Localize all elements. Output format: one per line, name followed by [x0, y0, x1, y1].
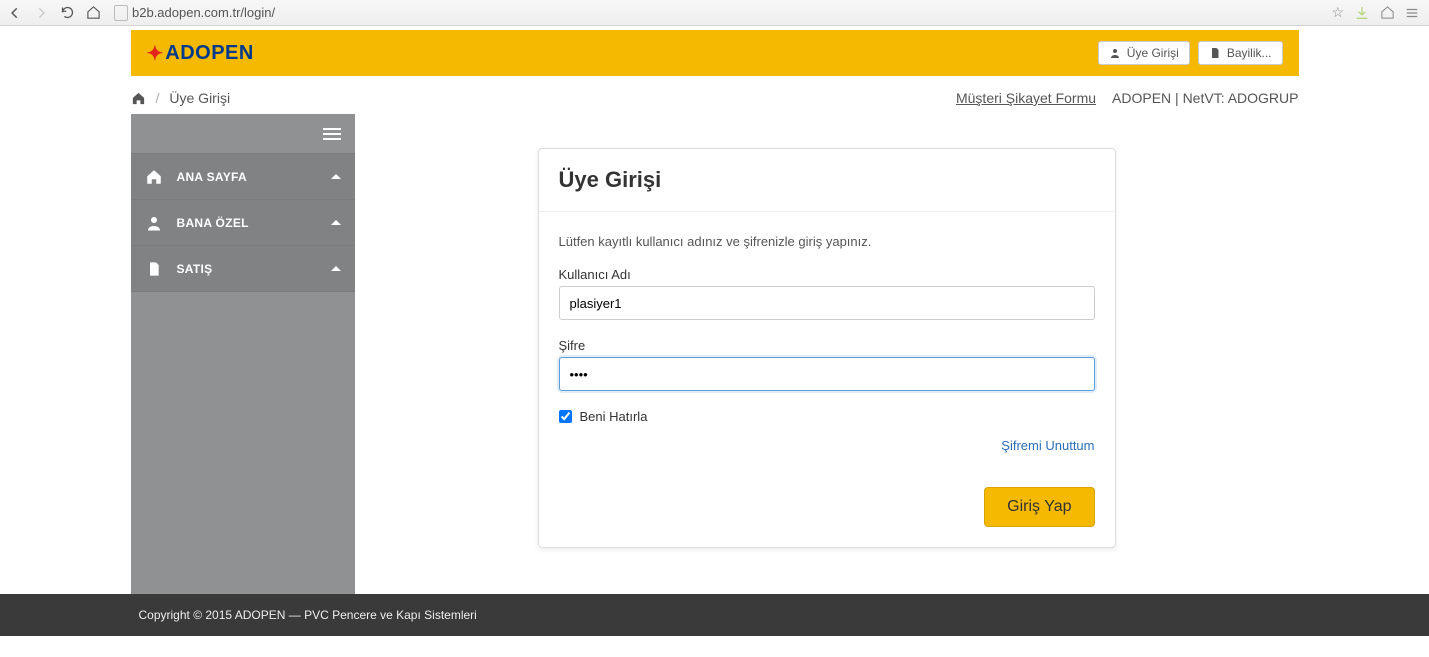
breadcrumb-current: Üye Girişi — [169, 90, 230, 106]
sidebar-item-sales[interactable]: SATIŞ — [131, 246, 355, 292]
content-area: ANA SAYFA BANA ÖZEL SATIŞ — [131, 114, 1299, 594]
user-icon — [145, 214, 163, 232]
logo-text: ADOPEN — [165, 42, 254, 65]
forgot-password-link[interactable]: Şifremi Unuttum — [1001, 438, 1094, 453]
homepin-icon[interactable] — [1380, 5, 1395, 20]
document-icon — [1209, 47, 1221, 59]
hamburger-icon — [323, 128, 341, 140]
card-header: Üye Girişi — [539, 149, 1115, 212]
menu-icon[interactable] — [1405, 6, 1419, 20]
breadcrumb-row: / Üye Girişi Müşteri Şikayet Formu ADOPE… — [131, 76, 1299, 114]
sidebar-item-label: SATIŞ — [177, 262, 317, 276]
sidebar-item-label: BANA ÖZEL — [177, 216, 317, 230]
header-dealer-label: Bayilik... — [1227, 46, 1272, 60]
login-card: Üye Girişi Lütfen kayıtlı kullanıcı adın… — [538, 148, 1116, 548]
download-icon[interactable] — [1354, 5, 1370, 21]
footer-text: Copyright © 2015 ADOPEN — PVC Pencere ve… — [139, 608, 477, 622]
remember-row: Beni Hatırla — [559, 409, 1095, 424]
file-icon — [145, 260, 163, 278]
login-note: Lütfen kayıtlı kullanıcı adınız ve şifre… — [559, 234, 1095, 249]
username-input[interactable] — [559, 286, 1095, 320]
browser-right-icons: ☆ — [1331, 4, 1423, 21]
address-bar[interactable]: b2b.adopen.com.tr/login/ — [110, 5, 1323, 21]
sidebar: ANA SAYFA BANA ÖZEL SATIŞ — [131, 114, 355, 594]
page-icon — [114, 5, 128, 21]
password-label: Şifre — [559, 338, 1095, 353]
login-title: Üye Girişi — [559, 167, 1095, 193]
url-text: b2b.adopen.com.tr/login/ — [132, 5, 275, 20]
sidebar-toggle[interactable] — [131, 114, 355, 154]
home-button[interactable] — [84, 4, 102, 22]
browser-toolbar: b2b.adopen.com.tr/login/ ☆ — [0, 0, 1429, 26]
password-input[interactable] — [559, 357, 1095, 391]
footer: Copyright © 2015 ADOPEN — PVC Pencere ve… — [0, 594, 1429, 636]
user-icon — [1109, 47, 1121, 59]
site-header: ✦ ADOPEN Üye Girişi Bayilik... — [131, 30, 1299, 76]
reload-button[interactable] — [58, 4, 76, 22]
bookmark-icon[interactable]: ☆ — [1331, 4, 1344, 21]
header-login-button[interactable]: Üye Girişi — [1098, 41, 1190, 65]
main-panel: Üye Girişi Lütfen kayıtlı kullanıcı adın… — [355, 114, 1299, 588]
sidebar-item-label: ANA SAYFA — [177, 170, 317, 184]
home-icon — [145, 168, 163, 186]
netvt-text: ADOPEN | NetVT: ADOGRUP — [1112, 90, 1298, 106]
back-button[interactable] — [6, 4, 24, 22]
breadcrumb-separator: / — [156, 90, 160, 106]
header-dealer-button[interactable]: Bayilik... — [1198, 41, 1283, 65]
caret-up-icon — [331, 266, 341, 271]
header-login-label: Üye Girişi — [1127, 46, 1179, 60]
sidebar-item-personal[interactable]: BANA ÖZEL — [131, 200, 355, 246]
forward-button[interactable] — [32, 4, 50, 22]
logo[interactable]: ✦ ADOPEN — [147, 41, 254, 66]
username-label: Kullanıcı Adı — [559, 267, 1095, 282]
remember-label: Beni Hatırla — [580, 409, 648, 424]
caret-up-icon — [331, 220, 341, 225]
caret-up-icon — [331, 174, 341, 179]
breadcrumb-home-icon[interactable] — [131, 91, 146, 106]
sidebar-item-home[interactable]: ANA SAYFA — [131, 154, 355, 200]
remember-checkbox[interactable] — [559, 410, 572, 423]
logo-mark-icon: ✦ — [147, 41, 164, 66]
complaint-form-link[interactable]: Müşteri Şikayet Formu — [956, 90, 1096, 106]
login-submit-button[interactable]: Giriş Yap — [984, 487, 1094, 527]
